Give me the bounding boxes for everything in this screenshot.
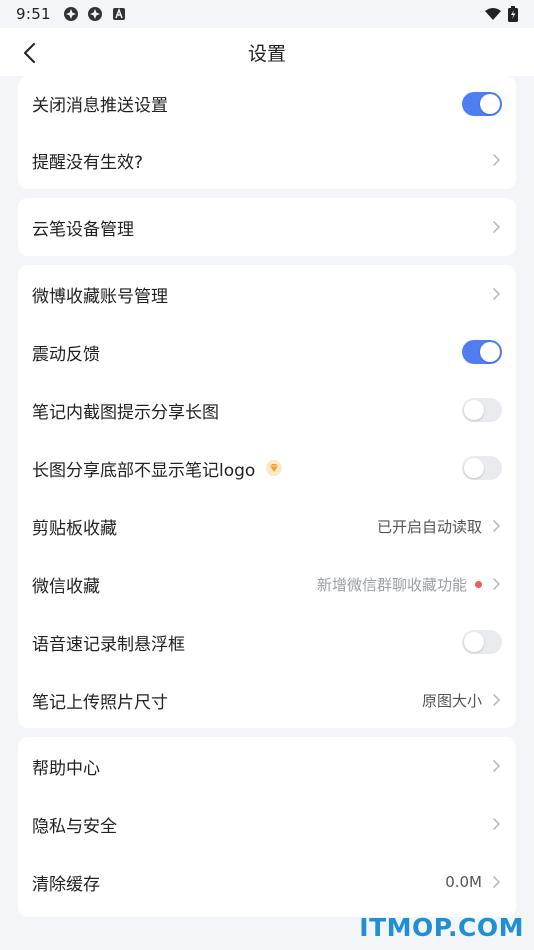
setting-label: 提醒没有生效? xyxy=(32,152,144,173)
screenshot-share-toggle[interactable] xyxy=(462,398,502,422)
setting-label: 笔记内截图提示分享长图 xyxy=(32,402,219,423)
setting-row-weibo[interactable]: 微博收藏账号管理 xyxy=(18,265,516,323)
setting-value: 0.0M xyxy=(445,873,482,891)
battery-icon xyxy=(508,6,518,22)
status-time: 9:51 xyxy=(16,5,51,23)
setting-row-reminder[interactable]: 提醒没有生效? xyxy=(18,131,516,189)
chevron-right-icon xyxy=(493,520,501,532)
watermark: ITMOP.COM xyxy=(359,913,524,942)
vibration-toggle[interactable] xyxy=(462,340,502,364)
setting-row-clipboard[interactable]: 剪贴板收藏 已开启自动读取 xyxy=(18,497,516,555)
push-off-toggle[interactable] xyxy=(462,91,502,116)
setting-row-vibration: 震动反馈 xyxy=(18,323,516,381)
chevron-right-icon xyxy=(493,760,501,772)
chevron-right-icon xyxy=(493,288,501,300)
setting-label: 清除缓存 xyxy=(32,874,100,895)
settings-group-about: 帮助中心 隐私与安全 清除缓存 0.0M xyxy=(18,737,516,917)
setting-label: 关闭消息推送设置 xyxy=(32,96,168,116)
setting-value: 原图大小 xyxy=(421,691,482,710)
chevron-right-icon xyxy=(493,221,501,233)
settings-group-general: 微博收藏账号管理 震动反馈 笔记内截图提示分享长图 长图分享底部不显示笔记log… xyxy=(18,265,516,728)
page-title: 设置 xyxy=(247,42,286,65)
hide-logo-toggle[interactable] xyxy=(462,456,502,480)
status-left-icons xyxy=(63,6,127,22)
setting-label: 云笔设备管理 xyxy=(32,219,134,240)
status-bar: 9:51 xyxy=(0,0,534,28)
chevron-right-icon xyxy=(493,818,501,830)
chevron-left-icon xyxy=(24,43,35,63)
new-badge-dot xyxy=(475,580,482,588)
setting-label: 微博收藏账号管理 xyxy=(32,286,168,307)
setting-value: 已开启自动读取 xyxy=(376,517,482,536)
setting-row-push-off: 关闭消息推送设置 xyxy=(18,76,516,131)
setting-row-help[interactable]: 帮助中心 xyxy=(18,737,516,795)
toggle-knob xyxy=(480,93,500,114)
setting-label: 语音速记录制悬浮框 xyxy=(32,634,185,655)
setting-label: 隐私与安全 xyxy=(32,816,117,837)
setting-label: 长图分享底部不显示笔记logo xyxy=(32,460,256,481)
setting-row-screenshot-share: 笔记内截图提示分享长图 xyxy=(18,381,516,439)
setting-row-privacy[interactable]: 隐私与安全 xyxy=(18,795,516,853)
nav-bar: 设置 xyxy=(0,28,534,76)
chevron-right-icon xyxy=(493,578,501,590)
setting-row-pen-devices[interactable]: 云笔设备管理 xyxy=(18,198,516,256)
chevron-right-icon xyxy=(493,694,501,706)
chevron-right-icon xyxy=(493,154,501,166)
app-icon xyxy=(63,7,78,21)
voice-float-toggle[interactable] xyxy=(462,630,502,654)
setting-label: 剪贴板收藏 xyxy=(32,518,117,539)
toggle-knob xyxy=(464,632,484,652)
setting-label: 笔记上传照片尺寸 xyxy=(32,692,168,713)
setting-row-wechat[interactable]: 微信收藏 新增微信群聊收藏功能 xyxy=(18,555,516,613)
setting-row-photo-size[interactable]: 笔记上传照片尺寸 原图大小 xyxy=(18,671,516,728)
setting-label: 微信收藏 xyxy=(32,576,100,597)
app-icon xyxy=(87,7,102,21)
settings-group-devices: 云笔设备管理 xyxy=(18,198,516,256)
setting-label: 震动反馈 xyxy=(32,344,100,365)
wifi-icon xyxy=(485,8,501,20)
toggle-knob xyxy=(464,458,484,478)
toggle-knob xyxy=(464,400,484,420)
setting-row-voice-float: 语音速记录制悬浮框 xyxy=(18,613,516,671)
setting-row-cache[interactable]: 清除缓存 0.0M xyxy=(18,853,516,911)
settings-group-notifications: 关闭消息推送设置 提醒没有生效? xyxy=(18,76,516,189)
status-right-icons xyxy=(484,6,518,22)
notification-icon xyxy=(112,7,125,20)
toggle-knob xyxy=(480,342,500,362)
setting-value: 新增微信群聊收藏功能 xyxy=(316,575,467,594)
chevron-right-icon xyxy=(493,876,501,888)
setting-label: 帮助中心 xyxy=(32,758,100,779)
vip-diamond-icon xyxy=(265,459,283,477)
setting-row-hide-logo: 长图分享底部不显示笔记logo xyxy=(18,439,516,497)
back-button[interactable] xyxy=(14,38,44,68)
